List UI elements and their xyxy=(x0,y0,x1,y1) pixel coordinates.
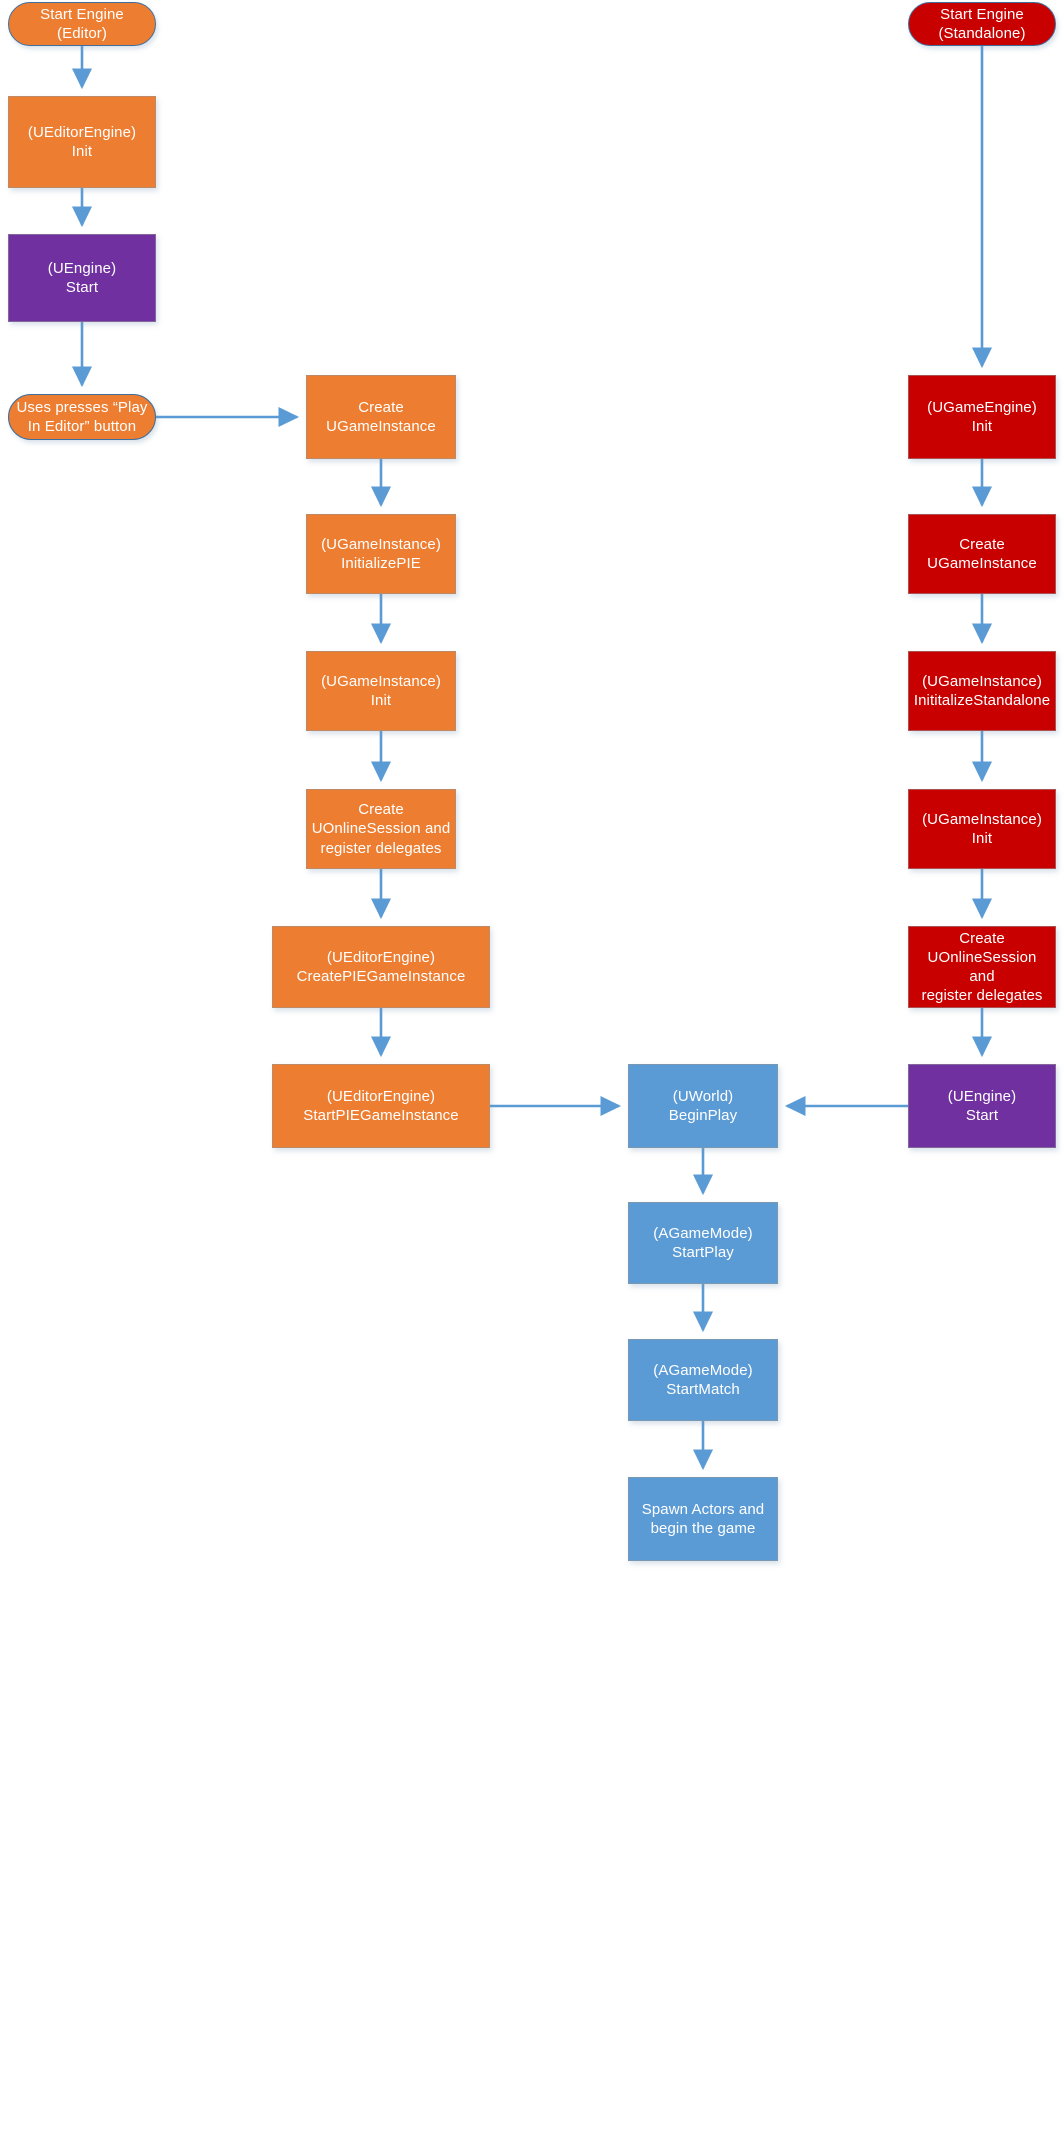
node-label: (AGameMode) StartMatch xyxy=(653,1361,753,1398)
node-label: (UEditorEngine) StartPIEGameInstance xyxy=(303,1087,459,1124)
node-label: (UEngine) Start xyxy=(947,1087,1017,1124)
node-label: Create UOnlineSession and register deleg… xyxy=(311,801,451,857)
node-label: (UEngine) Start xyxy=(47,259,117,296)
node-ugameinstance_init_pie[interactable]: (UGameInstance) Init xyxy=(306,651,456,731)
node-start_standalone[interactable]: Start Engine (Standalone) xyxy=(908,2,1056,46)
node-uonlinesession_pie[interactable]: Create UOnlineSession and register deleg… xyxy=(306,789,456,869)
node-create_ugameinstance_sa[interactable]: Create UGameInstance xyxy=(908,514,1056,594)
node-label: (UGameInstance) InititalizeStandalone xyxy=(913,672,1051,709)
node-label: Create UOnlineSession and register deleg… xyxy=(921,929,1043,1005)
node-label: Uses presses “Play In Editor” button xyxy=(16,398,148,435)
node-uengine_start_left[interactable]: (UEngine) Start xyxy=(8,234,156,322)
node-label: Spawn Actors and begin the game xyxy=(641,1500,765,1537)
node-create_ugameinstance_pie[interactable]: Create UGameInstance xyxy=(306,375,456,459)
flowchart-canvas: Start Engine (Editor) (UEditorEngine) Ini… xyxy=(0,0,1064,2133)
node-label: (UEditorEngine) Init xyxy=(27,123,137,160)
node-spawn_actors[interactable]: Spawn Actors and begin the game xyxy=(628,1477,778,1561)
node-ugameinstance_init_sa[interactable]: (UGameInstance) Init xyxy=(908,789,1056,869)
node-ueditorengine_init[interactable]: (UEditorEngine) Init xyxy=(8,96,156,188)
node-label: (AGameMode) StartPlay xyxy=(653,1224,753,1261)
node-start_pie_instance[interactable]: (UEditorEngine) StartPIEGameInstance xyxy=(272,1064,490,1148)
node-label: (UGameInstance) Init xyxy=(922,810,1042,847)
edge-layer xyxy=(71,46,993,1471)
node-initialize_pie[interactable]: (UGameInstance) InitializePIE xyxy=(306,514,456,594)
node-label: (UGameEngine) Init xyxy=(927,398,1037,435)
node-start_editor[interactable]: Start Engine (Editor) xyxy=(8,2,156,46)
node-label: Create UGameInstance xyxy=(326,398,436,435)
node-label: Start Engine (Editor) xyxy=(40,5,124,42)
node-gamemode_startplay[interactable]: (AGameMode) StartPlay xyxy=(628,1202,778,1284)
node-uonlinesession_sa[interactable]: Create UOnlineSession and register deleg… xyxy=(908,926,1056,1008)
node-label: (UEditorEngine) CreatePIEGameInstance xyxy=(296,948,466,985)
node-initialize_standalone[interactable]: (UGameInstance) InititalizeStandalone xyxy=(908,651,1056,731)
node-create_pie_instance[interactable]: (UEditorEngine) CreatePIEGameInstance xyxy=(272,926,490,1008)
node-label: (UWorld) BeginPlay xyxy=(668,1087,738,1124)
node-label: (UGameInstance) InitializePIE xyxy=(321,535,441,572)
node-gamemode_startmatch[interactable]: (AGameMode) StartMatch xyxy=(628,1339,778,1421)
node-label: (UGameInstance) Init xyxy=(321,672,441,709)
node-uengine_start_right[interactable]: (UEngine) Start xyxy=(908,1064,1056,1148)
node-uworld_beginplay[interactable]: (UWorld) BeginPlay xyxy=(628,1064,778,1148)
node-label: Create UGameInstance xyxy=(927,535,1037,572)
node-ugameengine_init[interactable]: (UGameEngine) Init xyxy=(908,375,1056,459)
node-label: Start Engine (Standalone) xyxy=(938,5,1026,42)
node-play_in_editor[interactable]: Uses presses “Play In Editor” button xyxy=(8,394,156,440)
